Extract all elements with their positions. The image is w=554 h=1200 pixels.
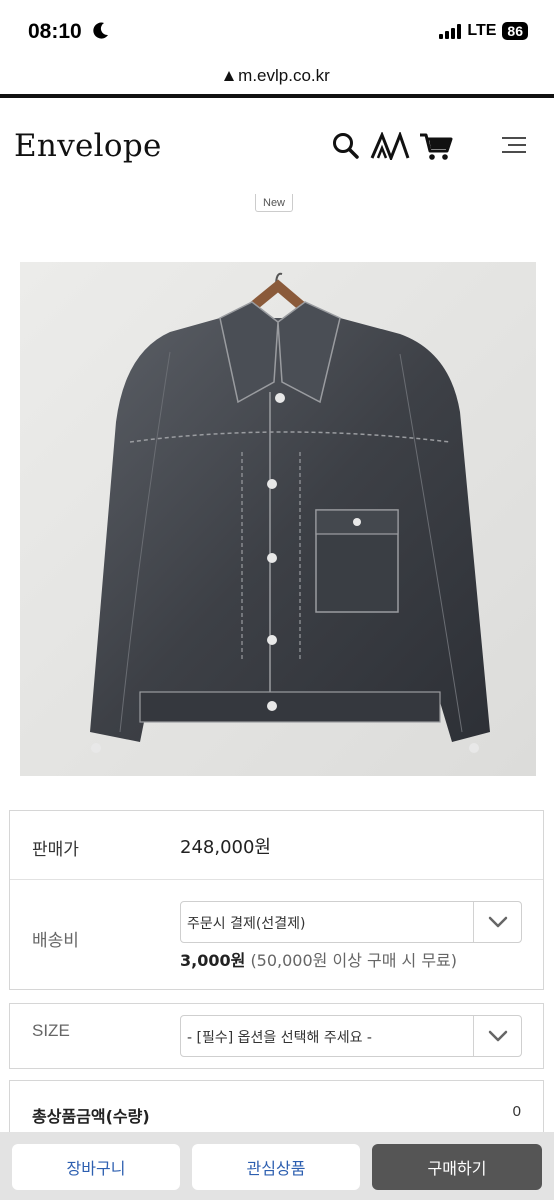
cart-icon[interactable]	[419, 132, 453, 162]
product-image[interactable]	[20, 262, 536, 776]
network-label: LTE	[467, 22, 497, 39]
url-text: m.evlp.co.kr	[238, 66, 330, 85]
address-bar[interactable]: m.evlp.co.kr	[0, 58, 554, 94]
brand-logo-icon[interactable]	[370, 132, 410, 160]
total-price-row: 총상품금액(수량) 0	[9, 1080, 544, 1140]
size-select-value: - [필수] 옵션을 선택해 주세요 -	[187, 1030, 372, 1046]
battery-badge: 86	[502, 22, 528, 40]
search-icon[interactable]	[332, 132, 360, 160]
shipping-fee-value: 3,000원	[180, 951, 246, 970]
signal-icon	[439, 23, 462, 39]
size-label: SIZE	[32, 1021, 70, 1040]
shipping-fee-text: 3,000원 (50,000원 이상 구매 시 무료)	[180, 947, 457, 971]
price-label: 판매가	[32, 840, 79, 860]
shipping-label: 배송비	[32, 931, 79, 951]
price-value: 248,000원	[180, 837, 271, 858]
bottom-action-bar: 장바구니 관심상품 구매하기	[0, 1132, 554, 1200]
row-divider	[10, 879, 543, 880]
new-badge: New	[255, 194, 294, 212]
wishlist-button[interactable]: 관심상품	[192, 1144, 360, 1190]
shipping-select-value: 주문시 결제(선결제)	[187, 916, 306, 932]
chevron-down-icon[interactable]	[473, 1016, 521, 1056]
size-option-row: SIZE - [필수] 옵션을 선택해 주세요 -	[9, 1003, 544, 1069]
moon-icon	[93, 22, 109, 43]
warning-icon	[224, 71, 235, 81]
size-select[interactable]: - [필수] 옵션을 선택해 주세요 -	[180, 1015, 522, 1057]
status-indicators: LTE 86	[439, 22, 528, 40]
total-value: 0	[512, 1103, 521, 1120]
shipping-free-note: (50,000원 이상 구매 시 무료)	[250, 951, 458, 970]
site-logo[interactable]: Envelope	[14, 128, 162, 164]
add-to-cart-button[interactable]: 장바구니	[12, 1144, 180, 1190]
status-time: 08:10	[28, 20, 82, 43]
price-shipping-table: 판매가 248,000원 배송비 주문시 결제(선결제) 3,000원 (50,…	[9, 810, 544, 990]
site-header: Envelope	[0, 98, 554, 194]
status-bar: 08:10 LTE 86	[0, 0, 554, 58]
chevron-down-icon[interactable]	[473, 902, 521, 942]
shipping-payment-select[interactable]: 주문시 결제(선결제)	[180, 901, 522, 943]
total-label: 총상품금액(수량)	[32, 1107, 150, 1126]
buy-now-button[interactable]: 구매하기	[372, 1144, 542, 1190]
menu-icon[interactable]	[500, 136, 528, 156]
